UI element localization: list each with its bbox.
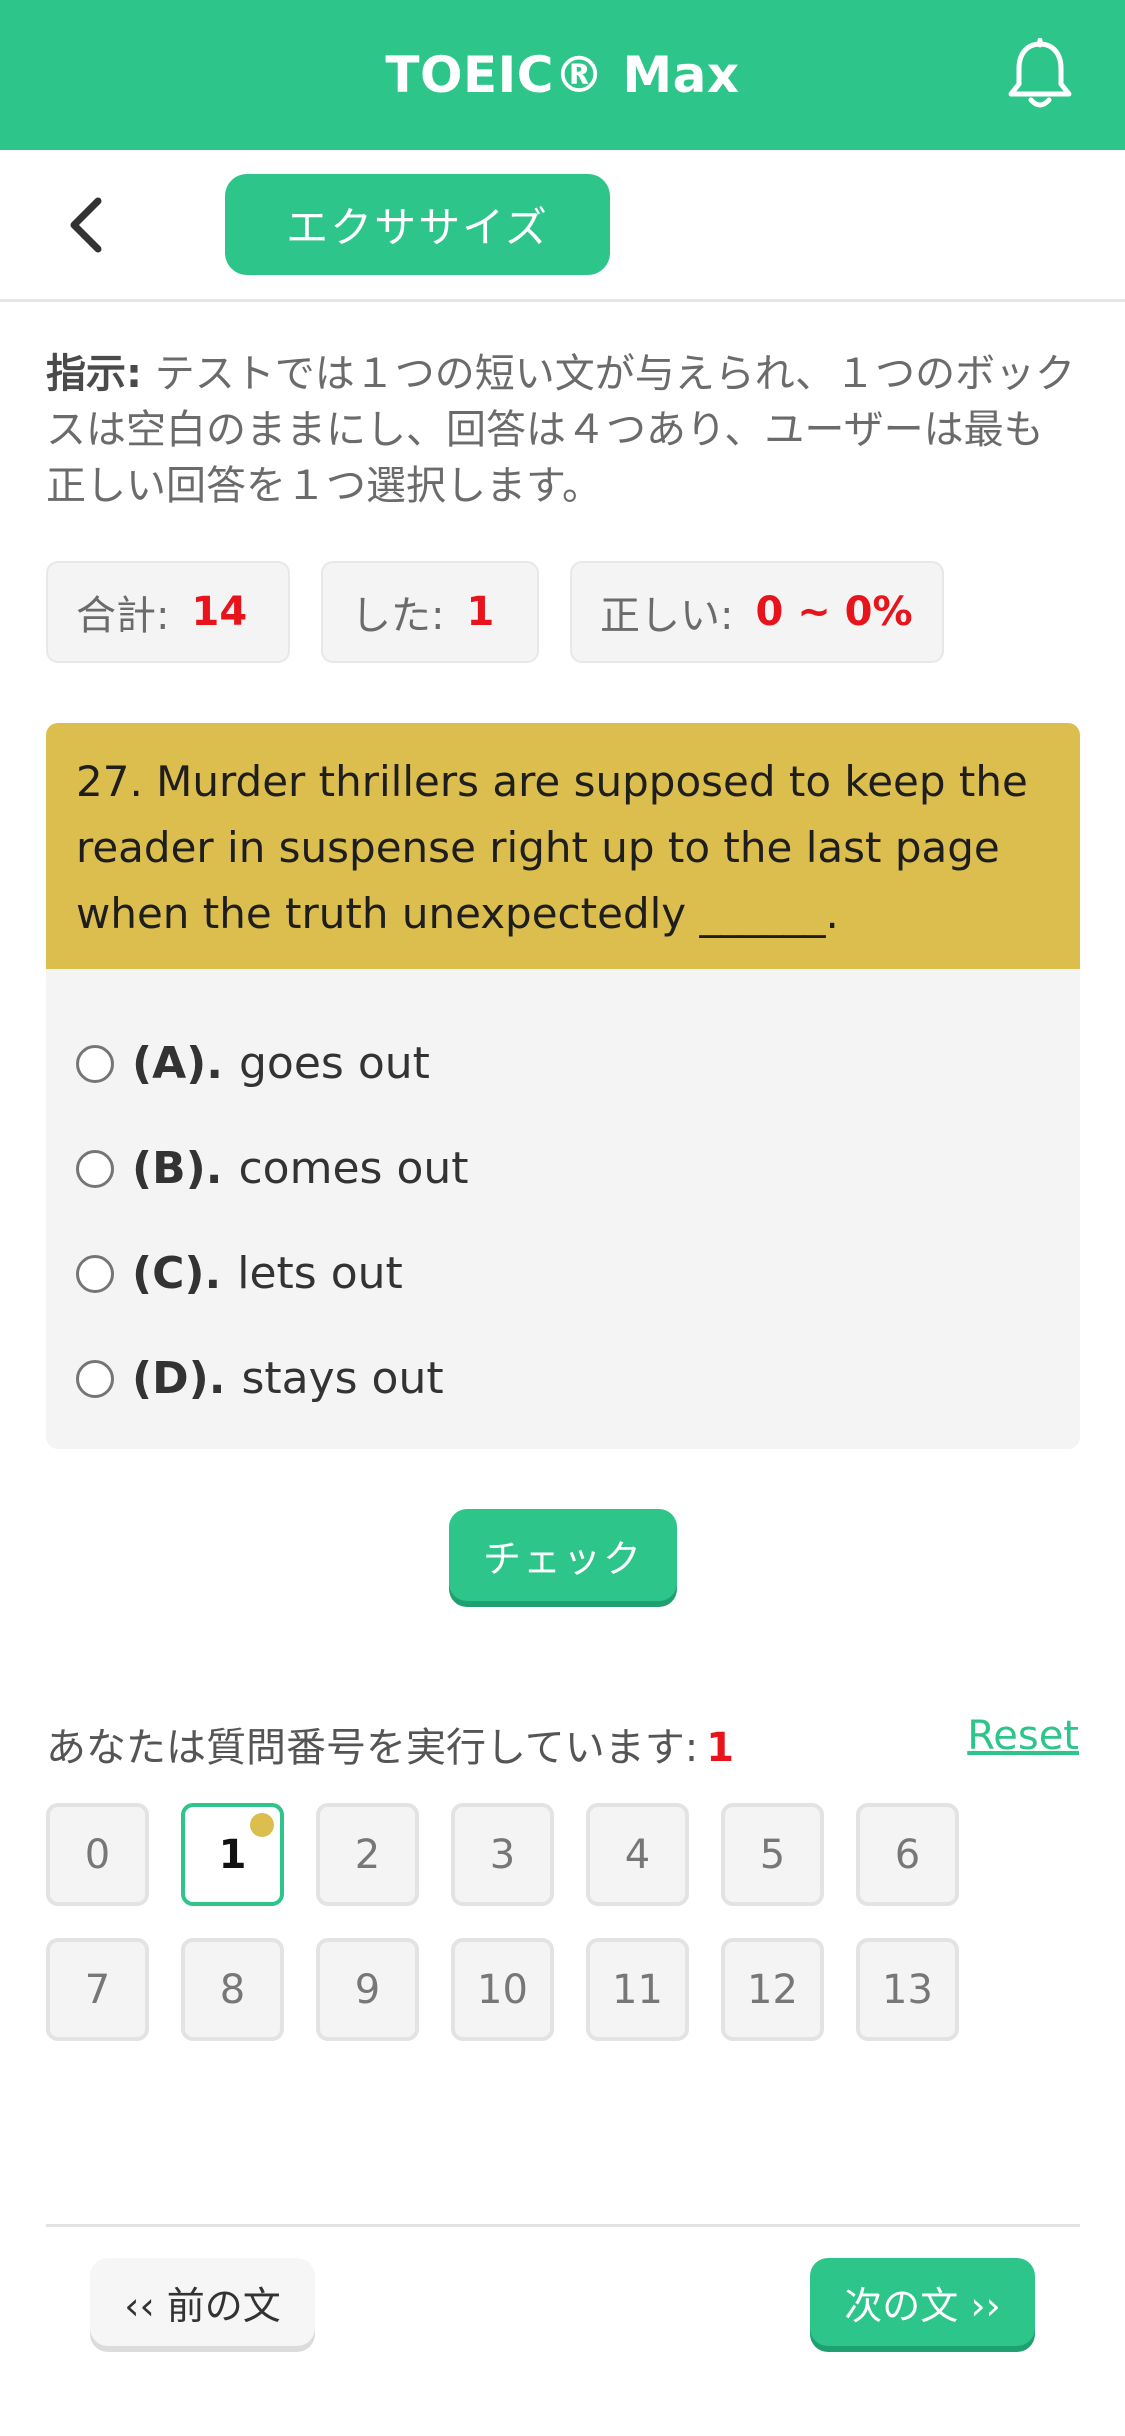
stats-row: 合計: 14 した: 1 正しい: 0 ~ 0% — [46, 561, 944, 663]
question-number-button[interactable]: 4 — [586, 1803, 689, 1906]
footer-divider — [46, 2224, 1080, 2227]
running-label: あなたは質問番号を実行しています: — [46, 1725, 699, 1771]
question-number-button[interactable]: 0 — [46, 1803, 149, 1906]
next-sentence-button[interactable]: 次の文 ›› — [810, 2258, 1035, 2346]
option-letter: (D). — [132, 1353, 226, 1404]
option-text: lets out — [237, 1248, 403, 1299]
option-c[interactable]: (C). lets out — [46, 1221, 1080, 1326]
radio-button[interactable] — [76, 1149, 114, 1188]
instructions: 指示: テストでは１つの短い文が与えられ、１つのボックスは空白のままにし、回答は… — [46, 346, 1076, 514]
option-letter: (A). — [132, 1038, 223, 1089]
question-number-button[interactable]: 8 — [181, 1938, 284, 2041]
question-number-grid: 0 1 2 3 4 5 6 7 8 9 10 11 12 13 — [46, 1803, 966, 2041]
option-d[interactable]: (D). stays out — [46, 1326, 1080, 1431]
question-number-label: 1 — [218, 1831, 247, 1878]
running-indicator: あなたは質問番号を実行しています: 1 — [46, 1715, 734, 1773]
app-title: TOEIC® Max — [385, 46, 740, 104]
check-button[interactable]: チェック — [449, 1509, 677, 1601]
option-letter: (C). — [132, 1248, 222, 1299]
stat-correct-value: 0 ~ 0% — [755, 589, 913, 635]
options-list: (A). goes out (B). comes out (C). lets o… — [46, 969, 1080, 1449]
stat-correct: 正しい: 0 ~ 0% — [570, 561, 944, 663]
sub-header: エクササイズ — [0, 150, 1125, 302]
radio-button[interactable] — [76, 1359, 114, 1398]
question-number-button[interactable]: 5 — [721, 1803, 824, 1906]
chevron-left-icon[interactable] — [60, 195, 120, 255]
question-number-button[interactable]: 6 — [856, 1803, 959, 1906]
current-question-number: 1 — [706, 1725, 735, 1771]
option-text: stays out — [241, 1353, 444, 1404]
prev-sentence-button[interactable]: ‹‹ 前の文 — [90, 2258, 315, 2346]
question-number-button[interactable]: 13 — [856, 1938, 959, 2041]
tab-exercise[interactable]: エクササイズ — [225, 174, 610, 275]
bell-icon[interactable] — [1005, 37, 1075, 114]
app-header: TOEIC® Max — [0, 0, 1125, 150]
reset-link[interactable]: Reset — [967, 1713, 1079, 1759]
instructions-text: テストでは１つの短い文が与えられ、１つのボックスは空白のままにし、回答は４つあり… — [46, 351, 1076, 509]
radio-button[interactable] — [76, 1044, 114, 1083]
question-number-button-active[interactable]: 1 — [181, 1803, 284, 1906]
question-number-button[interactable]: 10 — [451, 1938, 554, 2041]
question-number-button[interactable]: 9 — [316, 1938, 419, 2041]
instructions-label: 指示: — [46, 351, 142, 397]
question-card: 27. Murder thrillers are supposed to kee… — [46, 723, 1080, 1449]
question-number-button[interactable]: 3 — [451, 1803, 554, 1906]
question-number-button[interactable]: 2 — [316, 1803, 419, 1906]
stat-total: 合計: 14 — [46, 561, 290, 663]
option-letter: (B). — [132, 1143, 223, 1194]
option-text: goes out — [239, 1038, 430, 1089]
option-text: comes out — [238, 1143, 469, 1194]
question-text: 27. Murder thrillers are supposed to kee… — [46, 723, 1080, 969]
question-number-button[interactable]: 11 — [586, 1938, 689, 2041]
radio-button[interactable] — [76, 1254, 114, 1293]
stat-total-value: 14 — [191, 589, 248, 635]
stat-done-label: した: — [351, 593, 445, 639]
option-a[interactable]: (A). goes out — [46, 1011, 1080, 1116]
stat-correct-label: 正しい: — [600, 593, 734, 639]
question-number-button[interactable]: 7 — [46, 1938, 149, 2041]
stat-total-label: 合計: — [76, 593, 170, 639]
answered-dot — [250, 1813, 274, 1837]
option-b[interactable]: (B). comes out — [46, 1116, 1080, 1221]
stat-done: した: 1 — [321, 561, 539, 663]
question-number-button[interactable]: 12 — [721, 1938, 824, 2041]
stat-done-value: 1 — [466, 589, 495, 635]
